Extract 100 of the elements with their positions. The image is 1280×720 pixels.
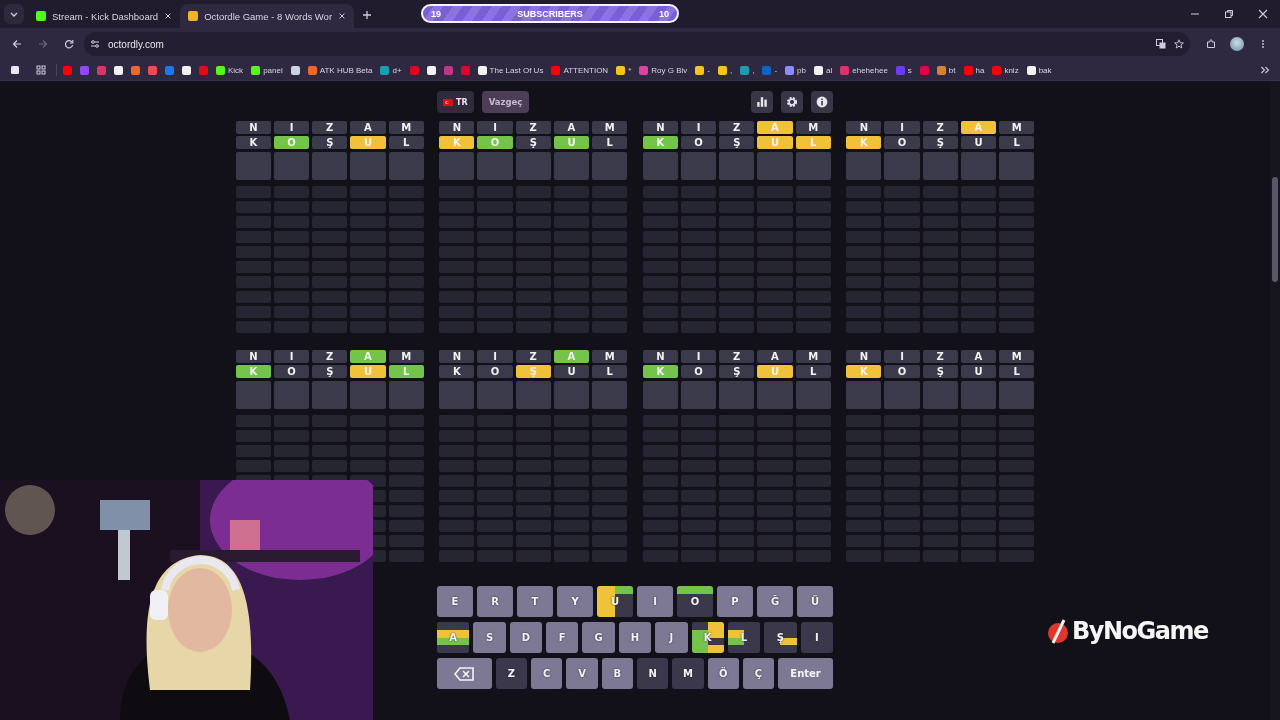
key[interactable]: I: [800, 622, 833, 653]
letter-tile: A: [757, 350, 793, 363]
letter-tile: A: [960, 121, 997, 134]
letter-tile: O: [680, 136, 717, 149]
bookmark[interactable]: bt: [934, 62, 958, 78]
letter-tile: N: [439, 121, 475, 134]
letter-tile: M: [999, 121, 1035, 134]
enter-key[interactable]: Enter: [778, 658, 833, 689]
bookmark[interactable]: ha: [961, 62, 987, 78]
key[interactable]: O: [677, 586, 713, 617]
key[interactable]: T: [517, 586, 553, 617]
letter-tile: Ş: [312, 136, 348, 149]
key[interactable]: Ö: [707, 658, 739, 689]
browser-tab[interactable]: Octordle Game - 8 Words Wor: [180, 4, 355, 28]
key[interactable]: G: [582, 622, 615, 653]
letter-tile: L: [388, 365, 424, 378]
bookmark[interactable]: knlz: [990, 62, 1021, 78]
key[interactable]: I: [637, 586, 673, 617]
bookmark[interactable]: panel: [249, 62, 285, 78]
bookmark[interactable]: pb: [783, 62, 808, 78]
letter-tile: M: [592, 121, 628, 134]
letter-tile: A: [960, 350, 997, 363]
key[interactable]: M: [672, 658, 704, 689]
letter-tile: Ş: [922, 365, 958, 378]
key[interactable]: F: [546, 622, 579, 653]
key[interactable]: V: [566, 658, 598, 689]
letter-tile: I: [884, 350, 920, 363]
letter-tile: L: [592, 136, 628, 149]
letter-tile: A: [757, 121, 793, 134]
address-bar[interactable]: octordly.com: [84, 32, 1190, 56]
key[interactable]: Ç: [742, 658, 775, 689]
letter-tile: N: [235, 121, 271, 134]
letter-tile: M: [795, 350, 831, 363]
bookmark[interactable]: d+: [378, 62, 404, 78]
bookmark[interactable]: s: [893, 62, 914, 78]
bookmark[interactable]: -: [760, 62, 780, 78]
letter-tile: N: [642, 350, 678, 363]
letter-tile: K: [846, 136, 882, 149]
language-button[interactable]: TR: [437, 91, 474, 113]
bookmark[interactable]: al: [812, 62, 835, 78]
key[interactable]: C: [531, 658, 563, 689]
letter-tile: K: [235, 365, 271, 378]
letter-tile: Z: [922, 350, 958, 363]
bookmark[interactable]: Kick: [214, 62, 246, 78]
letter-tile: Z: [515, 121, 551, 134]
letter-tile: A: [350, 350, 386, 363]
letter-tile: M: [388, 121, 424, 134]
letter-tile: U: [960, 365, 997, 378]
key[interactable]: P: [717, 586, 753, 617]
bookmark[interactable]: bak: [1024, 62, 1054, 78]
key[interactable]: Ş: [764, 622, 797, 653]
letter-tile: K: [642, 136, 678, 149]
letter-tile: U: [757, 365, 793, 378]
key[interactable]: Z: [495, 658, 528, 689]
key[interactable]: S: [473, 622, 506, 653]
letter-tile: A: [553, 350, 590, 363]
letter-tile: Z: [312, 350, 348, 363]
browser-tab[interactable]: Stream - Kick Dashboard: [28, 4, 181, 28]
letter-tile: M: [388, 350, 424, 363]
key[interactable]: Ğ: [757, 586, 793, 617]
key[interactable]: Ü: [797, 586, 833, 617]
letter-tile: O: [273, 365, 310, 378]
key[interactable]: D: [509, 622, 543, 653]
letter-tile: O: [680, 365, 717, 378]
letter-tile: I: [273, 121, 310, 134]
bookmark[interactable]: The Last Of Us: [475, 62, 546, 78]
bookmark[interactable]: ATTENTION: [549, 62, 611, 78]
key[interactable]: Y: [557, 586, 593, 617]
letter-tile: L: [999, 136, 1035, 149]
bookmark[interactable]: ehehehee: [838, 62, 890, 78]
url-text: octordly.com: [108, 38, 165, 50]
letter-tile: U: [960, 136, 997, 149]
letter-tile: K: [439, 365, 475, 378]
letter-tile: I: [680, 121, 717, 134]
key[interactable]: H: [618, 622, 652, 653]
letter-tile: N: [235, 350, 271, 363]
letter-tile: O: [884, 365, 920, 378]
letter-tile: O: [477, 136, 513, 149]
letter-tile: Ş: [515, 365, 551, 378]
letter-tile: N: [439, 350, 475, 363]
bookmark[interactable]: -: [693, 62, 712, 78]
key[interactable]: N: [636, 658, 669, 689]
letter-tile: U: [350, 365, 386, 378]
letter-tile: U: [553, 365, 590, 378]
key[interactable]: R: [477, 586, 513, 617]
bookmark[interactable]: ,: [715, 62, 735, 78]
key[interactable]: B: [601, 658, 633, 689]
bookmark[interactable]: ,: [738, 62, 757, 78]
letter-tile: L: [795, 136, 831, 149]
letter-tile: I: [477, 121, 513, 134]
letter-tile: N: [846, 350, 882, 363]
letter-tile: L: [388, 136, 424, 149]
key[interactable]: E: [437, 586, 473, 617]
bookmark[interactable]: Roy G Biv: [637, 62, 690, 78]
bookmark[interactable]: *: [614, 62, 634, 78]
key[interactable]: J: [655, 622, 688, 653]
bookmark[interactable]: ATK HUB Beta: [305, 62, 375, 78]
goal-start-count: 19: [431, 8, 441, 19]
give-up-button[interactable]: Vazgeç: [481, 91, 530, 113]
letter-tile: O: [273, 136, 310, 149]
